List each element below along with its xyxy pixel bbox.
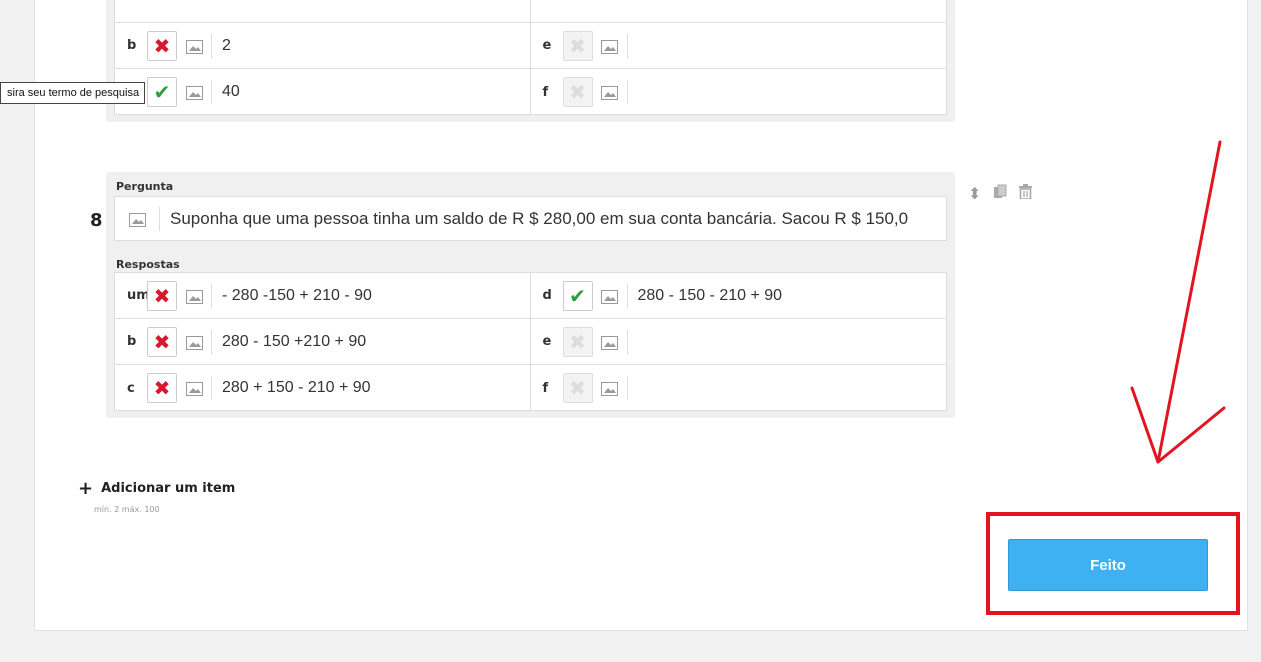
answer-cell: e ✖: [531, 319, 947, 364]
cross-icon[interactable]: ✖: [562, 326, 593, 357]
image-icon[interactable]: [593, 83, 627, 102]
answer-row: ✔ 40 f ✖: [115, 69, 946, 115]
answer-text[interactable]: 2: [212, 37, 231, 55]
image-icon[interactable]: [177, 286, 211, 305]
answer-text[interactable]: 280 + 150 - 210 + 90: [212, 379, 371, 397]
question-input[interactable]: Suponha que uma pessoa tinha um saldo de…: [114, 196, 947, 241]
done-button[interactable]: Feito: [1008, 539, 1208, 591]
add-item-label: Adicionar um item: [101, 481, 236, 496]
answer-row: b ✖ 280 - 150 +210 + 90 e ✖: [115, 319, 946, 365]
answer-cell: c ✖ 280 + 150 - 210 + 90: [115, 365, 531, 411]
previous-question-block: b ✖ 2 e ✖ ✔ 40 f ✖: [106, 0, 955, 122]
image-icon[interactable]: [177, 332, 211, 351]
answer-text[interactable]: 280 - 150 - 210 + 90: [628, 287, 783, 305]
check-icon[interactable]: ✔: [147, 77, 177, 107]
sort-icon[interactable]: ⬍: [968, 184, 981, 203]
answers-label: Respostas: [116, 258, 180, 271]
cross-icon[interactable]: ✖: [147, 373, 177, 403]
image-icon[interactable]: [115, 209, 159, 228]
answer-text[interactable]: 40: [212, 83, 240, 101]
answer-cell: b ✖ 2: [115, 23, 531, 68]
question-text[interactable]: Suponha que uma pessoa tinha um saldo de…: [160, 209, 908, 229]
copy-icon[interactable]: [993, 184, 1007, 203]
answer-text[interactable]: 280 - 150 +210 + 90: [212, 333, 366, 351]
answer-row: b ✖ 2 e ✖: [115, 23, 946, 69]
answer-cell: ✔ 40: [115, 69, 531, 115]
answer-cell: e ✖: [531, 23, 947, 68]
answer-row: [115, 0, 946, 23]
answer-text[interactable]: - 280 -150 + 210 - 90: [212, 287, 372, 305]
image-icon[interactable]: [177, 36, 211, 55]
question-number: 8: [90, 210, 103, 231]
plus-icon: +: [78, 478, 94, 499]
cross-icon[interactable]: ✖: [562, 77, 593, 107]
cross-icon[interactable]: ✖: [562, 373, 593, 403]
answer-letter: f: [542, 84, 549, 100]
cross-icon[interactable]: ✖: [147, 326, 177, 357]
image-icon[interactable]: [593, 286, 627, 305]
question-label: Pergunta: [116, 180, 174, 193]
answer-cell: f ✖: [531, 365, 947, 411]
add-item-button[interactable]: + Adicionar um item: [78, 478, 235, 499]
check-icon[interactable]: ✔: [562, 280, 593, 311]
question-block: Pergunta Suponha que uma pessoa tinha um…: [106, 172, 955, 418]
answer-row: um ✖ - 280 -150 + 210 - 90 d ✔ 280 - 150…: [115, 273, 946, 319]
question-tools: ⬍: [968, 184, 1033, 203]
answer-cell: f ✖: [531, 69, 947, 115]
answer-letter: b: [127, 38, 137, 53]
answer-letter: f: [542, 380, 549, 396]
image-icon[interactable]: [593, 379, 627, 398]
search-tooltip: sira seu termo de pesquisa: [0, 82, 146, 104]
cross-icon[interactable]: ✖: [562, 30, 593, 61]
answer-letter: um: [127, 288, 150, 303]
answer-letter: e: [542, 334, 552, 349]
image-icon[interactable]: [177, 379, 211, 398]
item-limits: mín. 2 máx. 100: [94, 505, 160, 514]
image-icon[interactable]: [593, 332, 627, 351]
answer-cell: d ✔ 280 - 150 - 210 + 90: [531, 273, 947, 318]
answer-letter: c: [127, 380, 135, 396]
answer-letter: b: [127, 334, 137, 349]
answer-letter: e: [542, 38, 552, 53]
cross-icon[interactable]: ✖: [147, 30, 177, 61]
previous-answers-grid: b ✖ 2 e ✖ ✔ 40 f ✖: [114, 0, 947, 115]
image-icon[interactable]: [593, 36, 627, 55]
answer-cell: b ✖ 280 - 150 +210 + 90: [115, 319, 531, 364]
answer-cell: um ✖ - 280 -150 + 210 - 90: [115, 273, 531, 318]
trash-icon[interactable]: [1019, 184, 1033, 203]
answers-grid: um ✖ - 280 -150 + 210 - 90 d ✔ 280 - 150…: [114, 272, 947, 411]
cross-icon[interactable]: ✖: [147, 280, 177, 311]
image-icon[interactable]: [177, 83, 211, 102]
answer-row: c ✖ 280 + 150 - 210 + 90 f ✖: [115, 365, 946, 411]
answer-letter: d: [542, 288, 552, 303]
